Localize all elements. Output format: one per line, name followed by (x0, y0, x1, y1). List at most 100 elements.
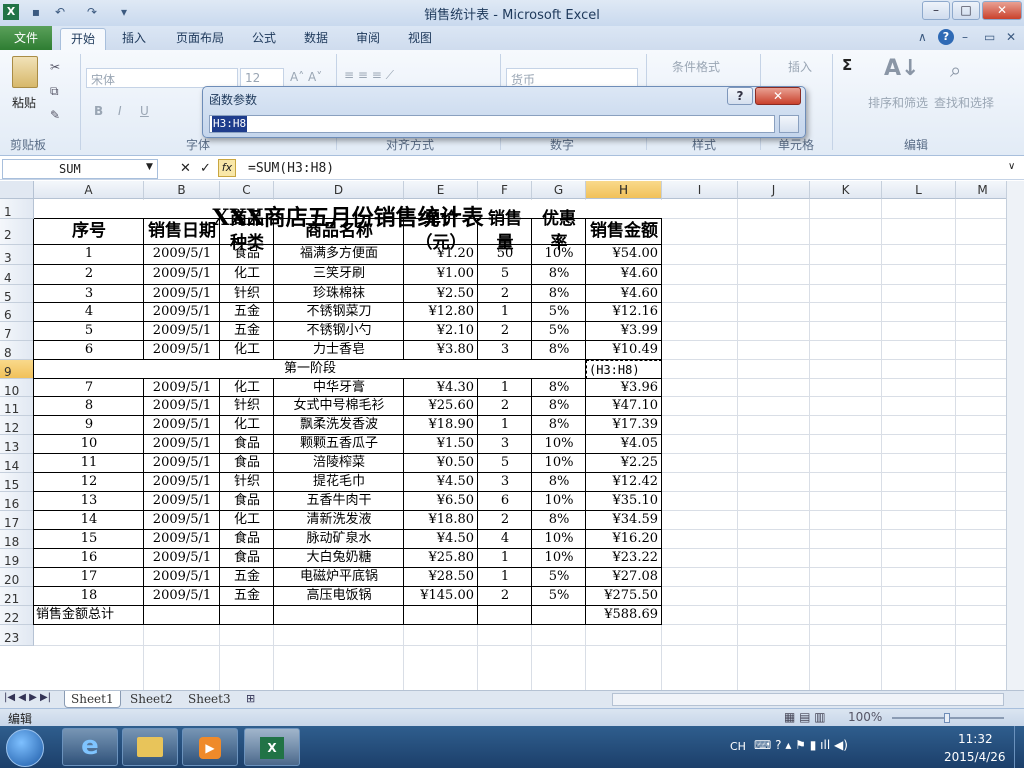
media-taskbar-button[interactable]: ▶ (182, 728, 238, 766)
row-header[interactable]: 21 (0, 587, 34, 606)
table-cell[interactable]: 三笑牙刷 (274, 265, 404, 285)
table-cell[interactable]: 2 (34, 265, 144, 285)
table-cell[interactable]: 50 (478, 245, 532, 265)
table-cell[interactable]: 食品 (220, 492, 274, 511)
table-cell[interactable]: 6 (34, 341, 144, 360)
table-cell[interactable]: ¥4.60 (586, 265, 662, 285)
table-cell[interactable]: ¥16.20 (586, 530, 662, 549)
table-cell[interactable]: 2 (478, 511, 532, 530)
ie-taskbar-button[interactable]: e (62, 728, 118, 766)
tab-insert[interactable]: 插入 (112, 28, 156, 50)
table-cell[interactable]: 1 (478, 416, 532, 435)
sort-filter-button[interactable]: 排序和筛选 (868, 94, 928, 111)
clock-date[interactable]: 2015/4/26 (944, 750, 1006, 764)
table-cell[interactable]: 13 (34, 492, 144, 511)
ribbon-collapse-icon[interactable]: ∧ (918, 30, 927, 44)
table-cell[interactable]: 10 (34, 435, 144, 454)
column-header[interactable]: G (532, 181, 586, 199)
cut-icon[interactable]: ✂ (50, 60, 60, 74)
zoom-slider-thumb[interactable] (944, 713, 950, 723)
minimize-button[interactable]: – (922, 1, 950, 20)
table-cell[interactable]: ¥18.90 (404, 416, 478, 435)
table-cell[interactable]: 18 (34, 587, 144, 606)
table-cell[interactable]: 五金 (220, 587, 274, 606)
tray-icons[interactable]: ⌨ ? ▴ ⚑ ▮ ıll ◀) (754, 738, 848, 752)
table-cell[interactable]: 1 (34, 245, 144, 265)
table-cell[interactable]: 力士香皂 (274, 341, 404, 360)
table-cell[interactable]: 1 (478, 549, 532, 568)
enter-icon[interactable]: ✓ (200, 161, 211, 176)
table-cell[interactable]: 食品 (220, 454, 274, 473)
table-cell[interactable]: 五金 (220, 322, 274, 341)
column-header[interactable]: E (404, 181, 478, 199)
table-cell[interactable]: 2009/5/1 (144, 322, 220, 341)
table-cell[interactable]: 5% (532, 587, 586, 606)
stage-label[interactable]: 第一阶段 (34, 360, 586, 378)
column-header[interactable]: D (274, 181, 404, 199)
expand-dialog-icon[interactable] (779, 115, 799, 133)
new-sheet-icon[interactable]: ⊞ (246, 692, 255, 705)
table-cell[interactable]: 8% (532, 416, 586, 435)
table-cell[interactable]: ¥2.25 (586, 454, 662, 473)
table-cell[interactable]: ¥6.50 (404, 492, 478, 511)
table-cell[interactable]: 大白兔奶糖 (274, 549, 404, 568)
table-cell[interactable]: 10% (532, 492, 586, 511)
table-cell[interactable]: 3 (478, 473, 532, 492)
autosum-icon[interactable]: Σ (842, 56, 852, 74)
horizontal-scrollbar[interactable] (612, 693, 1004, 706)
insert-function-icon[interactable]: fx (218, 159, 236, 177)
insert-cells-button[interactable]: 插入 (788, 58, 812, 75)
row-header[interactable]: 22 (0, 606, 34, 625)
column-header[interactable]: C (220, 181, 274, 199)
row-header[interactable]: 3 (0, 245, 34, 265)
table-header-cell[interactable]: 优惠率 (532, 209, 586, 253)
sheet-nav-icon[interactable]: |◀ ◀ ▶ ▶| (4, 692, 51, 703)
active-formula-cell[interactable]: (H3:H8) (586, 360, 662, 379)
italic-button[interactable]: I (118, 104, 122, 118)
tab-data[interactable]: 数据 (294, 28, 338, 50)
table-header-cell[interactable]: 销售量 (478, 209, 532, 253)
clock-time[interactable]: 11:32 (958, 732, 993, 746)
table-cell[interactable]: ¥12.16 (586, 303, 662, 322)
vertical-scrollbar[interactable] (1006, 181, 1024, 690)
table-cell[interactable]: 五金 (220, 303, 274, 322)
table-cell[interactable]: ¥17.39 (586, 416, 662, 435)
row-header[interactable]: 18 (0, 530, 34, 549)
table-cell[interactable]: 8 (34, 397, 144, 416)
table-cell[interactable]: 5 (34, 322, 144, 341)
formula-input[interactable]: =SUM(H3:H8) (248, 161, 334, 176)
table-header-cell[interactable]: 商品名称 (274, 219, 404, 243)
table-cell[interactable]: 6 (478, 492, 532, 511)
table-cell[interactable]: ¥23.22 (586, 549, 662, 568)
view-buttons-icon[interactable]: ▦ ▤ ▥ (784, 710, 826, 724)
show-desktop-button[interactable] (1014, 726, 1024, 768)
expand-formula-icon[interactable]: ∨ (1008, 161, 1015, 172)
row-header[interactable]: 17 (0, 511, 34, 530)
table-cell[interactable]: ¥4.30 (404, 379, 478, 397)
table-cell[interactable]: 2 (478, 587, 532, 606)
sheet-tab-2[interactable]: Sheet2 (124, 691, 179, 708)
tab-view[interactable]: 视图 (398, 28, 442, 50)
table-cell[interactable]: 飘柔洗发香波 (274, 416, 404, 435)
row-header[interactable]: 5 (0, 285, 34, 304)
find-select-button[interactable]: 查找和选择 (934, 94, 994, 111)
explorer-taskbar-button[interactable] (122, 728, 178, 766)
table-cell[interactable]: 10% (532, 530, 586, 549)
table-cell[interactable]: ¥4.60 (586, 285, 662, 303)
tab-home[interactable]: 开始 (60, 28, 107, 50)
copy-icon[interactable]: ⧉ (50, 84, 59, 99)
table-cell[interactable]: 2009/5/1 (144, 530, 220, 549)
table-cell[interactable]: 不锈钢菜刀 (274, 303, 404, 322)
table-cell[interactable]: 化工 (220, 341, 274, 360)
table-cell[interactable]: 电磁炉平底锅 (274, 568, 404, 587)
find-select-icon[interactable]: ⌕ (950, 58, 961, 82)
table-cell[interactable]: 颗颗五香瓜子 (274, 435, 404, 454)
table-cell[interactable]: ¥10.49 (586, 341, 662, 360)
grow-font-icon[interactable]: A˄ A˅ (290, 70, 322, 84)
tab-file[interactable]: 文件 (0, 26, 52, 50)
start-button[interactable] (6, 729, 44, 767)
table-cell[interactable]: 2 (478, 397, 532, 416)
column-header[interactable]: M (956, 181, 1010, 199)
table-cell[interactable]: 4 (478, 530, 532, 549)
column-header[interactable]: A (34, 181, 144, 199)
